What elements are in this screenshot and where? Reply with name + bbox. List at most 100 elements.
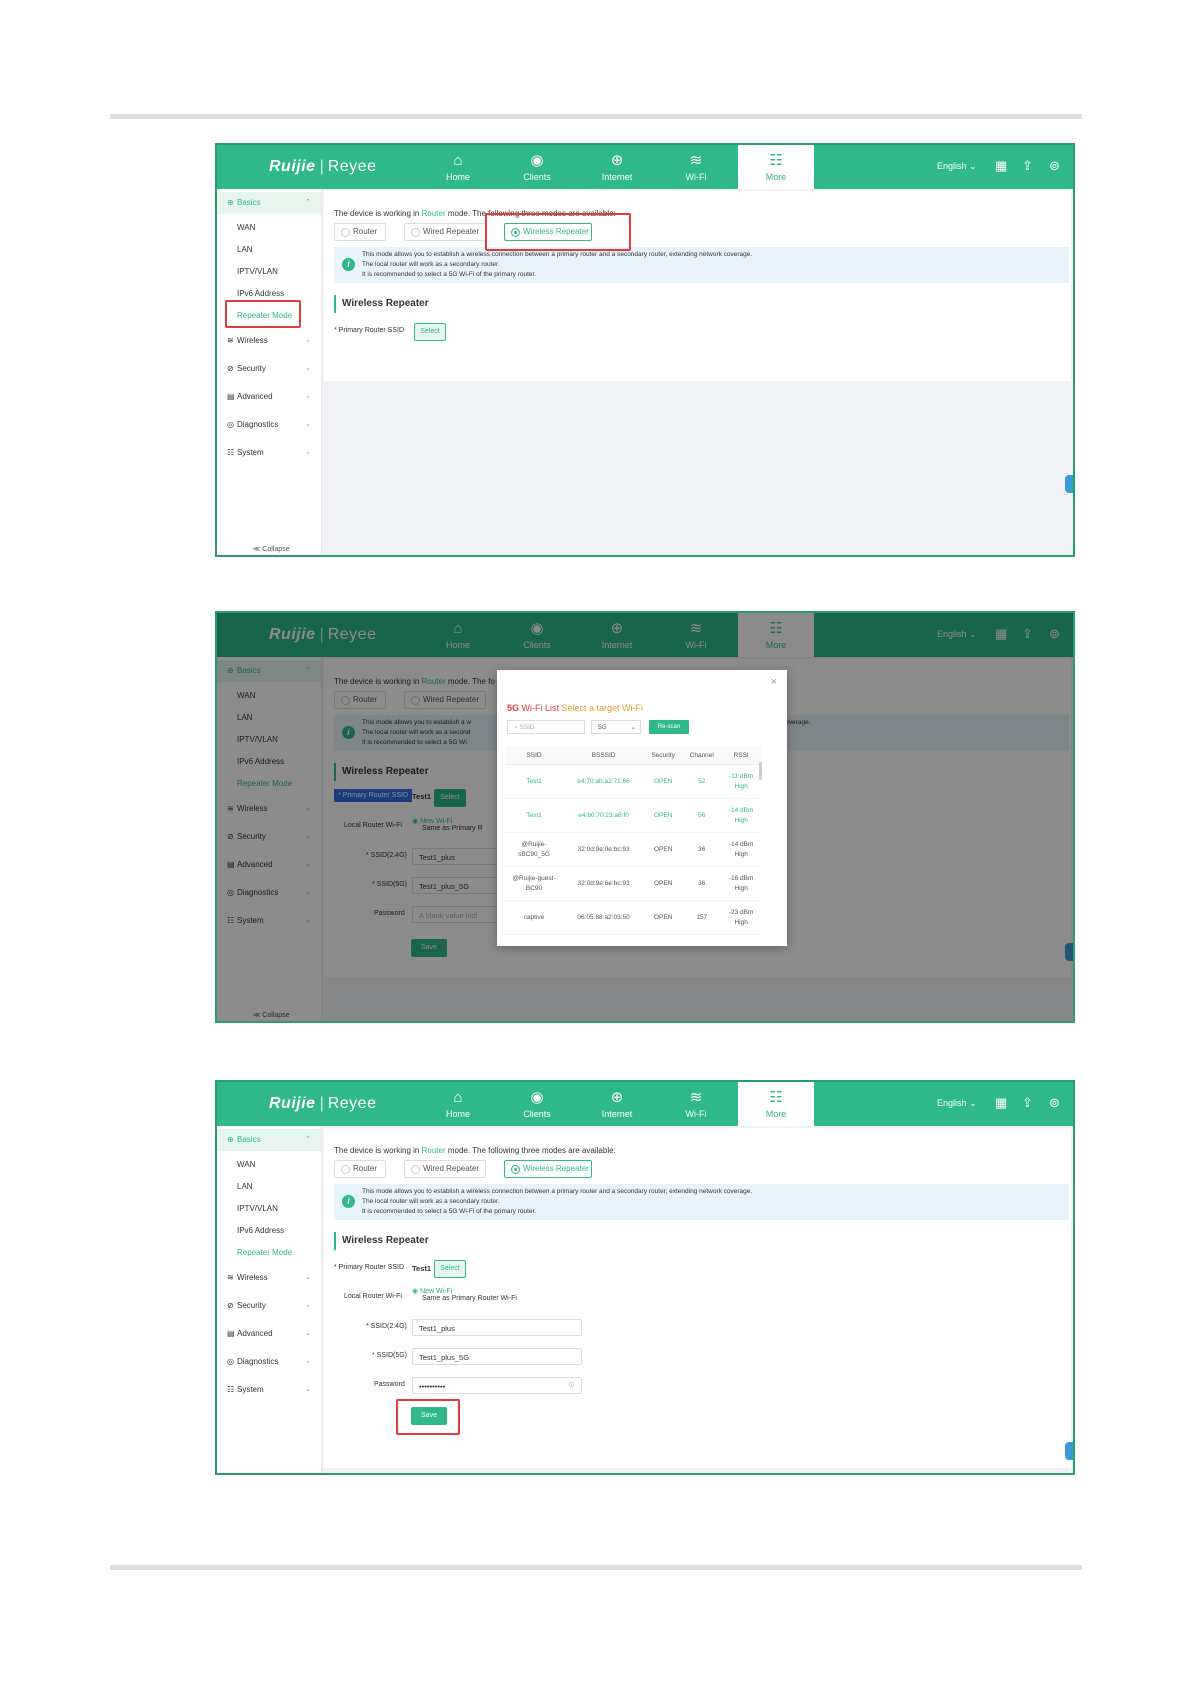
wifi-icon: ≋ xyxy=(689,152,703,169)
primary-ssid-value: Test1 xyxy=(412,1264,432,1273)
nav-more[interactable]: ☷ More xyxy=(738,145,814,189)
chevron-down-icon: ⌄ xyxy=(305,1330,311,1337)
mode-option-wired-repeater[interactable]: Wired Repeater xyxy=(404,1160,486,1178)
table-row[interactable]: Test1 e4:b0:70:23:a6:f0 OPEN 56 -14 dBm High xyxy=(505,798,761,833)
sidebar-item-lan[interactable]: LAN xyxy=(217,239,321,261)
mode-option-wireless-repeater[interactable]: Wireless Repeater xyxy=(504,1160,592,1178)
nav-more[interactable]: ☷ More xyxy=(738,1082,814,1126)
sidebar-item-repeater-mode[interactable]: Repeater Mode xyxy=(217,1242,321,1264)
sidebar-item-wireless[interactable]: ≋ Wireless ⌄ xyxy=(217,1267,321,1289)
wifi-table: SSID BSSSID Security Channel RSSI Test1 e… xyxy=(505,746,761,935)
nav-internet[interactable]: ⊕ Internet xyxy=(579,145,655,189)
sidebar-item-iptv[interactable]: IPTV/VLAN xyxy=(217,261,321,283)
globe-icon: ⊕ xyxy=(610,152,624,169)
band-select[interactable]: 5G ⌄ xyxy=(591,720,641,734)
user-icon[interactable]: ⊚ xyxy=(1049,158,1060,174)
table-row[interactable]: @Ruijie-guest-BC90 32:0d:9e:6e:bc:93 OPEN 3… xyxy=(505,866,761,901)
chevron-down-icon: ⌄ xyxy=(305,337,311,344)
qr-code-icon[interactable]: ▦ xyxy=(995,158,1007,174)
help-float-icon[interactable] xyxy=(1065,475,1073,493)
chevron-up-icon: ⌃ xyxy=(305,1136,311,1143)
chevron-down-icon: ⌄ xyxy=(305,365,311,372)
sidebar-item-lan[interactable]: LAN xyxy=(217,1176,321,1198)
table-scrollbar[interactable] xyxy=(759,762,762,780)
sidebar-item-diagnostics[interactable]: ◎ Diagnostics ⌄ xyxy=(217,1351,321,1373)
basics-icon: ⊕ xyxy=(227,198,234,207)
col-rssi: RSSI xyxy=(721,746,761,765)
language-select[interactable]: English ⌄ xyxy=(937,1098,977,1109)
sidebar-item-wan[interactable]: WAN xyxy=(217,217,321,239)
upload-icon[interactable]: ⇪ xyxy=(1022,158,1033,174)
info-icon: i xyxy=(342,1195,355,1208)
close-icon[interactable]: × xyxy=(771,676,777,688)
shield-icon: ⊘ xyxy=(227,1301,234,1310)
chevron-down-icon: ⌄ xyxy=(305,1358,311,1365)
primary-ssid-label: * Primary Router SSID xyxy=(334,1264,405,1271)
mode-option-wired-repeater[interactable]: Wired Repeater xyxy=(404,223,486,241)
local-wifi-options[interactable]: ◉ New Wi-Fi Same as Primary Router Wi-Fi xyxy=(412,1287,517,1302)
more-icon: ☷ xyxy=(769,1089,783,1106)
mode-option-router[interactable]: Router xyxy=(334,1160,386,1178)
select-ssid-button[interactable]: Select xyxy=(414,323,446,341)
nav-clients[interactable]: ◉ Clients xyxy=(499,145,575,189)
sidebar-item-security[interactable]: ⊘ Security ⌄ xyxy=(217,358,321,380)
basics-icon: ⊕ xyxy=(227,1135,234,1144)
chevron-down-icon: ⌄ xyxy=(305,449,311,456)
qr-code-icon[interactable]: ▦ xyxy=(995,1095,1007,1111)
section-title: Wireless Repeater xyxy=(334,1232,429,1250)
home-icon: ⌂ xyxy=(453,1089,463,1106)
sidebar-item-security[interactable]: ⊘ Security ⌄ xyxy=(217,1295,321,1317)
top-navbar: Ruijie | Reyee ⌂ Home ◉ Clients ⊕ Internet ≋ W… xyxy=(217,145,1073,189)
mode-option-router[interactable]: Router xyxy=(334,223,386,241)
upload-icon[interactable]: ⇪ xyxy=(1022,1095,1033,1111)
collapse-button[interactable]: ≪ Collapse xyxy=(253,545,290,553)
sidebar-item-basics[interactable]: ⊕ Basics ⌃ xyxy=(217,192,321,214)
sidebar-item-wan[interactable]: WAN xyxy=(217,1154,321,1176)
ssid24-input[interactable]: Test1_plus xyxy=(412,1319,582,1336)
sidebar-item-advanced[interactable]: ▤ Advanced ⌄ xyxy=(217,1323,321,1345)
language-select[interactable]: English ⌄ xyxy=(937,161,977,172)
sidebar-item-advanced[interactable]: ▤ Advanced ⌄ xyxy=(217,386,321,408)
top-rule xyxy=(110,114,1082,119)
info-banner: i This mode allows you to establish a wi… xyxy=(334,1184,1069,1220)
search-icon: ⌕ xyxy=(514,724,518,731)
nav-wifi[interactable]: ≋ Wi-Fi xyxy=(658,145,734,189)
sidebar-item-system[interactable]: ☷ System ⌄ xyxy=(217,1379,321,1401)
sidebar-item-wireless[interactable]: ≋ Wireless ⌄ xyxy=(217,330,321,352)
brand-logo: Ruijie | Reyee xyxy=(269,158,377,175)
system-icon: ☷ xyxy=(227,448,235,457)
sidebar: ⊕ Basics ⌃ WAN LAN IPTV/VLAN IPv6 Address … xyxy=(217,189,322,555)
sidebar-item-iptv[interactable]: IPTV/VLAN xyxy=(217,1198,321,1220)
rescan-button[interactable]: Re-scan xyxy=(649,720,689,734)
sidebar-item-diagnostics[interactable]: ◎ Diagnostics ⌄ xyxy=(217,414,321,436)
eye-icon[interactable]: ⊙ xyxy=(568,1380,575,1389)
sidebar-item-ipv6[interactable]: IPv6 Address xyxy=(217,1220,321,1242)
chevron-down-icon: ⌄ xyxy=(305,1274,311,1281)
nav-clients[interactable]: ◉ Clients xyxy=(499,1082,575,1126)
ssid24-label: * SSID(2.4G) xyxy=(366,1323,407,1330)
more-icon: ☷ xyxy=(769,152,783,169)
sidebar-item-system[interactable]: ☷ System ⌄ xyxy=(217,442,321,464)
help-float-icon[interactable] xyxy=(1065,1442,1073,1460)
nav-home[interactable]: ⌂ Home xyxy=(420,145,496,189)
select-ssid-button[interactable]: Select xyxy=(434,1260,466,1278)
modal-title: 5G Wi-Fi List Select a target Wi-Fi xyxy=(507,703,644,713)
nav-internet[interactable]: ⊕ Internet xyxy=(579,1082,655,1126)
ssid-search-input[interactable]: ⌕ SSID xyxy=(507,720,585,734)
password-input[interactable]: •••••••••• xyxy=(412,1377,582,1394)
chevron-down-icon: ⌄ xyxy=(305,1386,311,1393)
table-row[interactable]: Test1 e4:70:ab:a2:71:66 OPEN 52 -11 dBm High xyxy=(505,764,761,799)
sidebar: ⊕ Basics ⌃ WAN LAN IPTV/VLAN IPv6 Address … xyxy=(217,1126,322,1473)
sidebar-item-basics[interactable]: ⊕ Basics ⌃ xyxy=(217,1129,321,1151)
nav-wifi[interactable]: ≋ Wi-Fi xyxy=(658,1082,734,1126)
highlight-save-button xyxy=(396,1399,460,1435)
table-row[interactable]: @Ruijie-sBC90_5G 32:0d:9e:0e:bc:93 OPEN 36-… xyxy=(505,832,761,867)
content-card: The device is working in Router mode. Th… xyxy=(324,191,1071,381)
password-label: Password xyxy=(374,1381,405,1388)
ssid5-input[interactable]: Test1_plus_5G xyxy=(412,1348,582,1365)
table-row[interactable]: captive 06:05:88:a2:03:50 OPEN 157 -23 dBm Hi… xyxy=(505,900,761,935)
wifi-icon: ≋ xyxy=(227,336,234,345)
user-icon[interactable]: ⊚ xyxy=(1049,1095,1060,1111)
nav-home[interactable]: ⌂ Home xyxy=(420,1082,496,1126)
col-ssid: SSID xyxy=(505,746,563,765)
